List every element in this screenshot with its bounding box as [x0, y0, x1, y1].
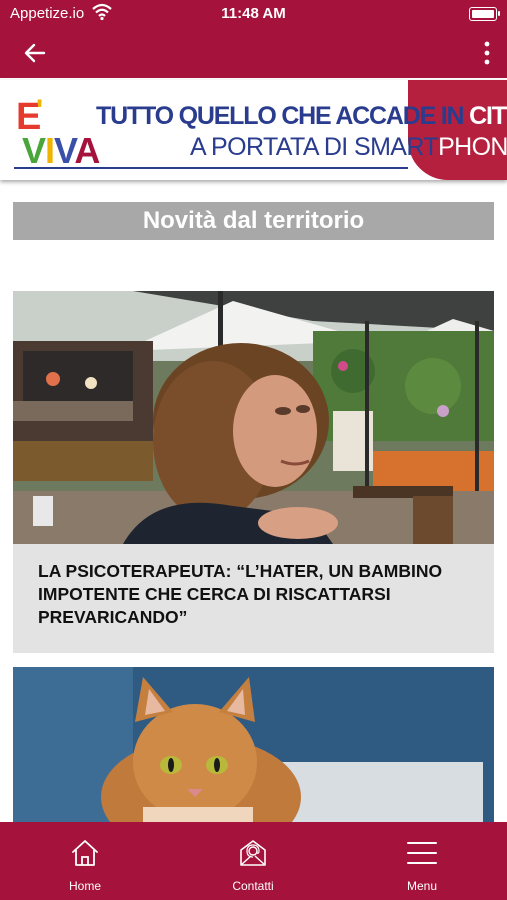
- app-bar: [0, 28, 507, 78]
- hamburger-icon: [407, 842, 437, 864]
- tab-menu[interactable]: Menu: [372, 822, 472, 900]
- logo-viva: VIVA: [22, 130, 100, 171]
- tab-home[interactable]: Home: [35, 822, 135, 900]
- article-caption: LA PSICOTERAPEUTA: “L’HATER, UN BAMBINO …: [13, 544, 494, 653]
- article-card[interactable]: [13, 667, 494, 822]
- banner-tagline-1: TUTTO QUELLO CHE ACCADE IN CITTA': [96, 102, 507, 130]
- tab-menu-label: Menu: [406, 879, 438, 893]
- battery-icon: [469, 7, 500, 21]
- section-title: Novità dal territorio: [13, 202, 494, 240]
- article-photo: [13, 291, 494, 544]
- clock: 11:48 AM: [221, 5, 286, 22]
- bottom-tab-bar: Home Contatti Menu: [0, 822, 507, 900]
- home-icon: [72, 840, 98, 866]
- article-headline[interactable]: LA PSICOTERAPEUTA: “L’HATER, UN BAMBINO …: [38, 560, 478, 629]
- tab-contatti[interactable]: Contatti: [203, 822, 303, 900]
- back-arrow-icon[interactable]: [22, 40, 48, 66]
- banner-underline: [14, 167, 408, 169]
- article-photo: [13, 667, 494, 822]
- mail-icon: [240, 840, 266, 866]
- article-card[interactable]: LA PSICOTERAPEUTA: “L’HATER, UN BAMBINO …: [13, 291, 494, 653]
- status-bar: Appetize.io 11:48 AM: [0, 0, 507, 28]
- logo-apostrophe: ': [36, 94, 44, 127]
- tab-home-label: Home: [68, 879, 101, 893]
- more-vertical-icon[interactable]: [483, 40, 491, 66]
- promo-banner[interactable]: E ' VIVA TUTTO QUELLO CHE ACCADE IN CITT…: [0, 80, 507, 180]
- banner-tagline-2: A PORTATA DI SMARTPHONE: [190, 133, 507, 161]
- tab-contatti-label: Contatti: [232, 879, 274, 893]
